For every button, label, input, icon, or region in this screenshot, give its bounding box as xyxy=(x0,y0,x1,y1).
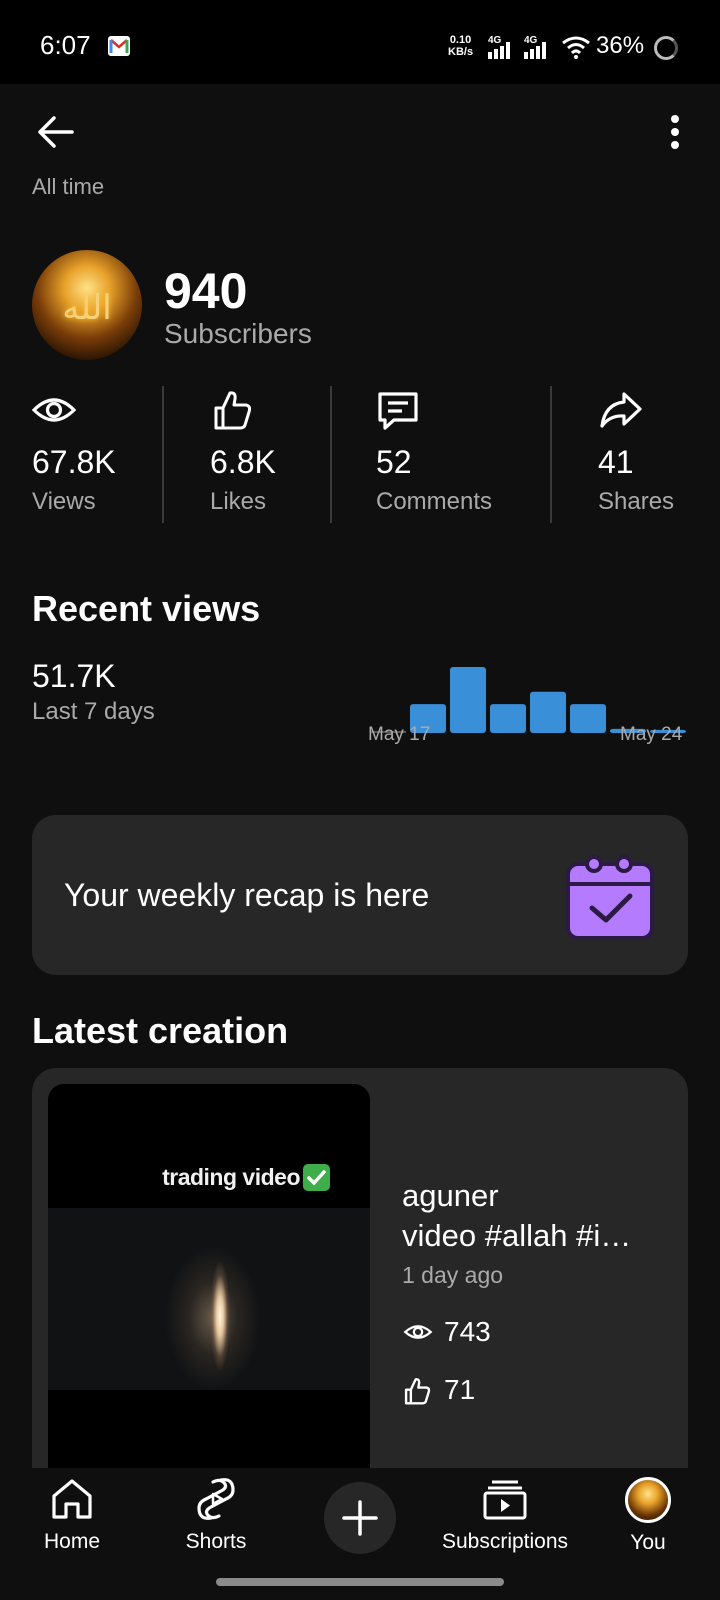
nav-subscriptions[interactable]: Subscriptions xyxy=(432,1476,578,1566)
metric-value: 6.8K xyxy=(210,444,276,480)
comment-icon xyxy=(378,392,418,430)
eye-icon xyxy=(32,398,76,422)
nav-you-label: You xyxy=(630,1531,666,1554)
metric-label: Likes xyxy=(210,488,267,515)
subscriber-label: Subscribers xyxy=(164,318,312,349)
subscriptions-icon xyxy=(483,1480,527,1520)
metric-label: Views xyxy=(32,488,96,515)
subscriber-count: 940 xyxy=(164,263,248,319)
channel-analytics-screen: 6:07 0.10 KB/s 4G 4G 36% All time الله 9… xyxy=(0,0,720,1600)
nav-shorts[interactable]: Shorts xyxy=(146,1476,286,1566)
battery-percent: 36% xyxy=(596,32,645,59)
check-mark-icon xyxy=(303,1164,330,1191)
svg-text:4G: 4G xyxy=(488,35,502,46)
create-button[interactable] xyxy=(324,1482,396,1554)
video-likes-count: 71 xyxy=(444,1374,476,1405)
chart-bar xyxy=(570,704,606,733)
latest-creation-title: Latest creation xyxy=(32,1010,289,1051)
profile-avatar xyxy=(625,1477,671,1523)
latest-creation-card[interactable]: trading video aguner video #allah #i… 1 … xyxy=(32,1068,688,1488)
plus-icon xyxy=(342,1500,378,1536)
chart-bar xyxy=(530,691,566,733)
recent-views-period: Last 7 days xyxy=(32,698,155,725)
wifi-icon xyxy=(561,35,591,64)
nav-subscriptions-label: Subscriptions xyxy=(441,1530,569,1553)
period-label[interactable]: All time xyxy=(32,174,104,200)
nav-shorts-label: Shorts xyxy=(185,1530,247,1553)
metric-value: 41 xyxy=(598,444,634,480)
share-icon xyxy=(600,392,642,428)
home-icon xyxy=(52,1479,92,1519)
chart-bar xyxy=(450,667,486,733)
calendar-check-icon xyxy=(566,855,654,940)
divider xyxy=(330,386,332,523)
video-age: 1 day ago xyxy=(402,1262,504,1288)
recent-views-title: Recent views xyxy=(32,588,261,629)
channel-avatar: الله xyxy=(32,250,142,360)
thumbs-up-icon xyxy=(214,391,252,430)
arrow-left-icon xyxy=(38,116,74,148)
thumbnail-scene xyxy=(48,1208,370,1390)
eye-icon xyxy=(403,1325,433,1339)
nav-you[interactable]: You xyxy=(578,1476,718,1566)
back-button[interactable] xyxy=(34,110,78,154)
weekly-recap-card[interactable]: Your weekly recap is here xyxy=(32,815,688,975)
status-time: 6:07 xyxy=(40,30,91,60)
nav-home-label: Home xyxy=(43,1530,101,1553)
video-title-line2: video #allah #i… xyxy=(402,1218,632,1253)
gmail-icon xyxy=(108,36,130,56)
more-options-button[interactable] xyxy=(660,110,690,154)
nav-home[interactable]: Home xyxy=(2,1476,142,1566)
divider xyxy=(550,386,552,523)
network-speed: 0.10 KB/s xyxy=(448,34,474,58)
battery-icon xyxy=(654,36,678,60)
video-thumbnail[interactable]: trading video xyxy=(48,1084,370,1488)
flame-image xyxy=(206,1256,234,1376)
video-title-line1: aguner xyxy=(402,1178,499,1213)
more-vert-icon xyxy=(671,115,679,149)
thumbs-up-icon xyxy=(404,1378,431,1405)
allah-glyph: الله xyxy=(62,288,112,328)
divider xyxy=(162,386,164,523)
thumbnail-caption: trading video xyxy=(162,1164,300,1190)
signal-icon: 4G xyxy=(488,34,518,65)
metric-label: Shares xyxy=(598,488,675,515)
shorts-icon xyxy=(197,1478,235,1520)
recap-text: Your weekly recap is here xyxy=(64,877,430,913)
chart-x-end-label: May 24 xyxy=(620,724,683,745)
metric-value: 67.8K xyxy=(32,444,116,480)
status-bar: 6:07 0.10 KB/s 4G 4G 36% xyxy=(0,0,720,84)
metric-label: Comments xyxy=(376,488,493,515)
svg-text:4G: 4G xyxy=(524,35,538,46)
chart-x-start-label: May 17 xyxy=(368,724,431,745)
video-views-count: 743 xyxy=(444,1316,491,1347)
chart-bar xyxy=(490,704,526,733)
signal-icon: 4G xyxy=(524,34,554,65)
metric-value: 52 xyxy=(376,444,412,480)
recent-views-value: 51.7K xyxy=(32,658,116,694)
home-indicator xyxy=(216,1578,504,1586)
